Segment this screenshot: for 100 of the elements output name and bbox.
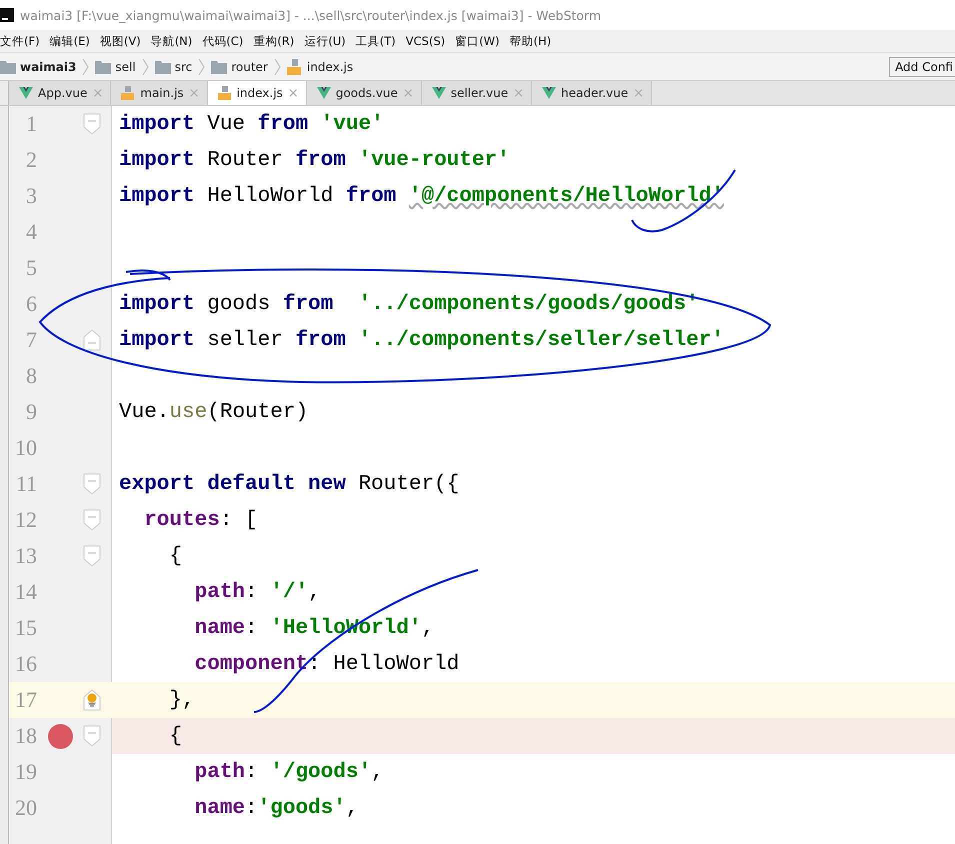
string-text: 'goods' <box>258 796 346 820</box>
code-text: { <box>168 724 182 748</box>
vue-icon <box>316 87 331 99</box>
line-number: 3 <box>25 183 37 209</box>
menu-item[interactable]: 文件(F) <box>0 34 40 48</box>
menu-item[interactable]: VCS(S) <box>406 34 446 48</box>
line-number: 6 <box>25 291 37 317</box>
line-number: 20 <box>14 795 37 821</box>
editor-tab[interactable]: main.js × <box>111 81 208 105</box>
add-configuration-button[interactable]: Add Confi <box>889 56 955 76</box>
lightbulb-icon[interactable] <box>87 693 97 707</box>
property-text: path <box>194 580 246 604</box>
line-number: 11 <box>14 471 37 497</box>
folder-icon <box>95 60 112 74</box>
code-text: Router <box>206 148 284 172</box>
vue-icon <box>432 87 446 99</box>
menu-item[interactable]: 重构(R) <box>253 34 294 48</box>
folder-icon <box>0 60 16 74</box>
menu-item[interactable]: 视图(V) <box>100 34 141 48</box>
breadcrumb-item[interactable]: sell <box>115 60 136 74</box>
line-number: 15 <box>14 615 37 641</box>
line-number: 16 <box>14 651 37 677</box>
line-number: 12 <box>14 507 37 533</box>
keyword-text: import <box>119 292 195 316</box>
property-text: name <box>194 796 246 820</box>
breadcrumb-item[interactable]: waimai3 <box>20 60 76 74</box>
line-number: 4 <box>25 219 37 245</box>
editor-tab[interactable]: seller.vue × <box>422 81 532 105</box>
keyword-text: export default new <box>119 472 346 496</box>
keyword-text: import <box>119 184 195 208</box>
js-file-icon <box>286 58 303 74</box>
line-number: 18 <box>14 723 37 749</box>
line-number: 1 <box>25 111 37 137</box>
chevron-icon <box>82 56 90 76</box>
code-text: : HelloWorld <box>308 652 460 676</box>
line-number: 10 <box>14 435 37 461</box>
code-text: , <box>346 796 358 820</box>
keyword-text: from <box>346 184 398 208</box>
menu-item[interactable]: 编辑(E) <box>50 34 90 48</box>
js-file-icon <box>218 86 232 100</box>
chevron-icon <box>142 56 149 76</box>
tab-label: goods.vue <box>336 86 398 100</box>
line-number: 7 <box>25 327 37 353</box>
code-text: : <box>245 796 258 820</box>
code-text: , <box>308 580 321 604</box>
property-text: name <box>194 616 246 640</box>
menu-item[interactable]: 工具(T) <box>356 34 396 48</box>
code-text: , <box>421 616 434 640</box>
code-text: (Router) <box>207 400 308 424</box>
code-text: : <box>245 580 259 604</box>
vue-icon <box>542 87 556 99</box>
editor-tab[interactable]: goods.vue × <box>306 81 422 105</box>
window-title: waimai3 [F:\vue_xiangmu\waimai\waimai3] - ...\sell\src\router\index.js [waimai3] - WebStorm <box>20 8 602 22</box>
folder-icon <box>211 60 228 74</box>
breadcrumb-item[interactable]: router <box>231 60 268 74</box>
code-text: : <box>245 760 259 784</box>
line-number: 19 <box>14 759 37 785</box>
string-text: '/goods' <box>270 760 372 784</box>
property-text: component <box>194 652 308 676</box>
vue-icon <box>19 87 33 99</box>
keyword-text: from <box>258 112 310 136</box>
tab-label: index.js <box>236 86 283 100</box>
chevron-icon <box>198 56 206 76</box>
keyword-text: from <box>295 148 347 172</box>
line-number: 17 <box>14 687 37 713</box>
line-number: 14 <box>14 579 37 605</box>
editor-tab[interactable]: index.js × <box>208 81 307 105</box>
line-number: 5 <box>25 255 37 281</box>
string-text: 'vue-router' <box>358 148 510 172</box>
editor-tab[interactable]: header.vue × <box>532 81 652 105</box>
menu-item[interactable]: 帮助(H) <box>509 34 552 48</box>
editor-tab[interactable]: App.vue × <box>9 81 112 105</box>
code-text: seller <box>206 328 284 352</box>
tab-label: seller.vue <box>450 86 508 100</box>
line-number: 13 <box>14 543 37 569</box>
chevron-icon <box>274 56 281 76</box>
code-text: Router({ <box>357 472 460 496</box>
code-text: goods <box>206 292 272 316</box>
code-text: : <box>245 616 259 640</box>
menu-item[interactable]: 窗口(W) <box>455 34 500 48</box>
menu-item[interactable]: 代码(C) <box>202 34 244 48</box>
string-text: '../components/seller/seller' <box>358 328 724 352</box>
keyword-text: from <box>295 328 347 352</box>
string-text: '../components/goods/goods' <box>358 292 699 316</box>
keyword-text: import <box>119 148 195 172</box>
code-text: Vue <box>206 112 246 136</box>
property-text: routes <box>143 508 220 532</box>
string-text: 'vue' <box>320 112 384 136</box>
menu-item[interactable]: 导航(N) <box>150 34 192 48</box>
breadcrumb-item[interactable]: index.js <box>306 60 354 74</box>
line-number: 9 <box>25 399 37 425</box>
breadcrumb-item[interactable]: src <box>174 60 192 74</box>
menu-item[interactable]: 运行(U) <box>304 34 346 48</box>
keyword-text: import <box>119 328 195 352</box>
tab-label: main.js <box>140 86 184 100</box>
folder-icon <box>154 60 171 74</box>
breakpoint-icon[interactable] <box>48 724 72 748</box>
code-text: HelloWorld <box>206 184 334 208</box>
code-text: Vue. <box>119 400 170 424</box>
keyword-text: import <box>119 112 195 136</box>
